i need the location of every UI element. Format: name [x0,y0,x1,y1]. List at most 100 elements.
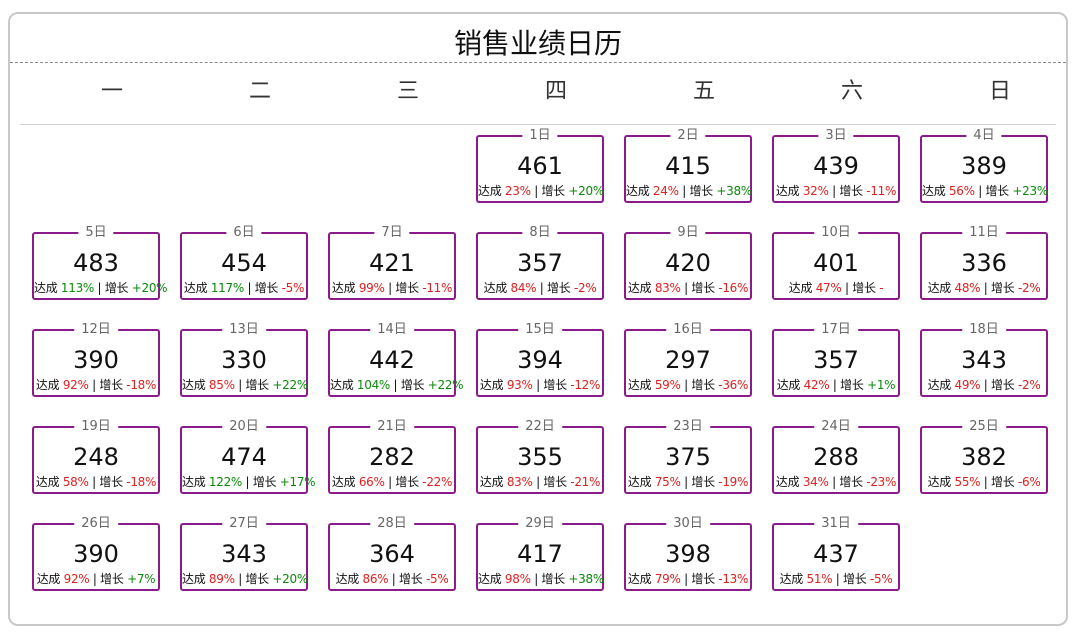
achieve-rate: 23% [504,184,531,198]
growth-label: 增长 [691,475,715,489]
achieve-rate: 49% [954,378,981,392]
stats-separator: | [684,281,688,295]
achieve-label: 达成 [182,378,206,392]
growth-rate: -36% [718,378,749,392]
day-label: 4日 [966,128,1002,144]
day-cell[interactable]: 5日 483 达成 113% | 增长 +20% [32,225,168,300]
achieve-rate: 122% [208,475,243,489]
growth-label: 增长 [395,475,419,489]
day-label: 20日 [222,419,266,435]
growth-rate: -23% [866,475,897,489]
day-cell[interactable]: 27日 343 达成 89% | 增长 +20% [180,516,308,591]
day-cell[interactable]: 28日 364 达成 86% | 增长 -5% [328,516,456,591]
day-cell[interactable]: 26日 390 达成 92% | 增长 +7% [32,516,160,591]
achieve-rate: 89% [208,572,235,586]
achieve-rate: 99% [358,281,385,295]
day-cell[interactable]: 30日 398 达成 79% | 增长 -13% [624,516,752,591]
day-label: 18日 [962,322,1006,338]
stats-separator: | [536,475,540,489]
sales-value: 390 [73,540,119,568]
growth-rate: -13% [718,572,749,586]
achieve-label: 达成 [775,475,800,489]
day-cell[interactable]: 3日 439 达成 32% | 增长 -11% [772,128,900,203]
sales-value: 357 [517,249,563,277]
sales-value: 454 [221,249,267,277]
growth-rate: -5% [425,572,449,586]
sales-value: 417 [517,540,563,568]
growth-rate: -2% [1017,378,1041,392]
day-cell[interactable]: 18日 343 达成 49% | 增长 -2% [920,322,1048,397]
day-cell[interactable]: 2日 415 达成 24% | 增长 +38% [624,128,752,203]
sales-value: 483 [73,249,119,277]
stats-separator: | [682,184,686,198]
sales-value: 282 [369,443,415,471]
achieve-rate: 93% [506,378,533,392]
growth-rate: -11% [866,184,897,198]
achieve-label: 达成 [183,281,208,295]
day-cell[interactable]: 29日 417 达成 98% | 增长 +38% [476,516,604,591]
day-cell[interactable]: 21日 282 达成 66% | 增长 -22% [328,419,456,494]
day-stats: 达成 92% | 增长 +7% [34,571,158,587]
achieve-rate: 24% [652,184,679,198]
day-cell[interactable]: 16日 297 达成 59% | 增长 -36% [624,322,752,397]
day-cell[interactable]: 14日 442 达成 104% | 增长 +22% [328,322,464,397]
day-cell[interactable]: 9日 420 达成 83% | 增长 -16% [624,225,752,300]
day-cell[interactable]: 23日 375 达成 75% | 增长 -19% [624,419,752,494]
stats-separator: | [97,281,102,295]
achieve-label: 达成 [182,475,206,489]
day-stats: 达成 84% | 增长 -2% [478,280,602,296]
stats-separator: | [534,572,538,586]
sales-value: 461 [517,152,563,180]
growth-label: 增长 [245,378,269,392]
day-cell[interactable]: 10日 401 达成 47% | 增长 - [772,225,900,300]
day-label: 2日 [670,128,706,144]
achieve-rate: 79% [654,572,681,586]
day-cell[interactable]: 4日 389 达成 56% | 增长 +23% [920,128,1048,203]
day-cell[interactable]: 25日 382 达成 55% | 增长 -6% [920,419,1048,494]
day-cell[interactable]: 6日 454 达成 117% | 增长 -5% [180,225,308,300]
day-cell[interactable]: 12日 390 达成 92% | 增长 -18% [32,322,160,397]
day-stats: 达成 86% | 增长 -5% [330,571,454,587]
day-cell[interactable]: 13日 330 达成 85% | 增长 +22% [180,322,308,397]
day-stats: 达成 93% | 增长 -12% [478,377,602,393]
day-stats: 达成 48% | 增长 -2% [922,280,1046,296]
day-stats: 达成 47% | 增长 - [774,280,898,296]
day-label: 3日 [818,128,854,144]
day-cell[interactable]: 22日 355 达成 83% | 增长 -21% [476,419,604,494]
achieve-rate: 66% [358,475,385,489]
growth-label: 增长 [543,378,567,392]
day-stats: 达成 34% | 增长 -23% [774,474,898,490]
stats-separator: | [388,475,392,489]
sales-value: 336 [961,249,1007,277]
day-label: 25日 [962,419,1006,435]
sales-value: 355 [517,443,563,471]
day-cell[interactable]: 20日 474 达成 122% | 增长 +17% [180,419,316,494]
growth-label: 增长 [99,475,123,489]
growth-label: 增长 [100,572,124,586]
day-cell[interactable]: 1日 461 达成 23% | 增长 +20% [476,128,604,203]
stats-separator: | [391,572,396,586]
day-cell[interactable]: 15日 394 达成 93% | 增长 -12% [476,322,604,397]
sales-value: 364 [369,540,415,568]
day-cell[interactable]: 7日 421 达成 99% | 增长 -11% [328,225,456,300]
growth-label: 增长 [252,475,277,489]
day-cell[interactable]: 11日 336 达成 48% | 增长 -2% [920,225,1048,300]
growth-label: 增长 [400,378,425,392]
day-label: 5日 [78,225,114,241]
stats-separator: | [245,475,250,489]
sales-value: 474 [221,443,267,471]
growth-rate: +17% [279,475,316,489]
day-cell[interactable]: 24日 288 达成 34% | 增长 -23% [772,419,900,494]
day-cell[interactable]: 31日 437 达成 51% | 增长 -5% [772,516,900,591]
day-cell[interactable]: 19日 248 达成 58% | 增长 -18% [32,419,160,494]
growth-rate: +1% [867,378,896,392]
growth-rate: +22% [272,378,308,392]
day-cell[interactable]: 17日 357 达成 42% | 增长 +1% [772,322,900,397]
growth-rate: - [879,281,884,295]
day-cell[interactable]: 8日 357 达成 84% | 增长 -2% [476,225,604,300]
day-label: 24日 [814,419,858,435]
achieve-rate: 98% [504,572,531,586]
day-label: 15日 [518,322,562,338]
day-stats: 达成 122% | 增长 +17% [182,474,316,490]
sales-value: 398 [665,540,711,568]
